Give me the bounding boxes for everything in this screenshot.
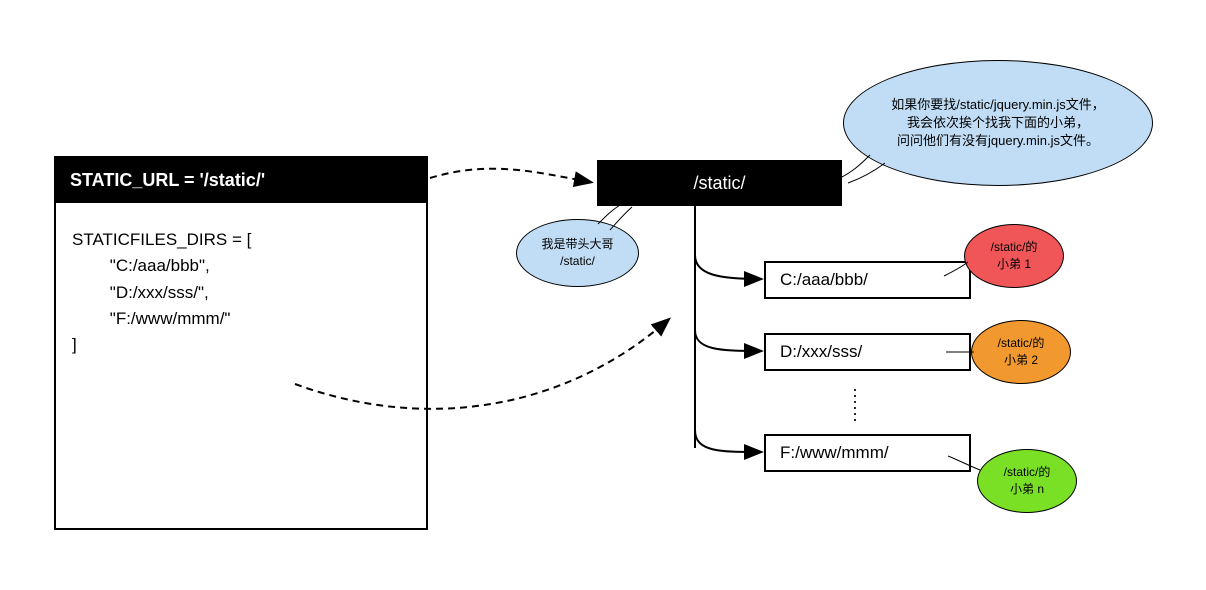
orange-callout: /static/的 小弟 2	[971, 320, 1071, 384]
green-callout-text: /static/的 小弟 n	[1004, 464, 1051, 498]
red-callout: /static/的 小弟 1	[964, 224, 1064, 288]
diagram-stage: STATIC_URL = '/static/' STATICFILES_DIRS…	[0, 0, 1206, 590]
big-blue-callout: 如果你要找/static/jquery.min.js文件， 我会依次挨个找我下面…	[843, 60, 1153, 186]
dir-box-1: C:/aaa/bbb/	[764, 261, 971, 299]
static-url-header: STATIC_URL = '/static/'	[56, 158, 426, 203]
green-callout: /static/的 小弟 n	[977, 449, 1077, 513]
settings-code-box: STATIC_URL = '/static/' STATICFILES_DIRS…	[54, 156, 428, 530]
vertical-ellipsis: ......	[850, 382, 860, 418]
dir-box-1-label: C:/aaa/bbb/	[780, 270, 868, 290]
red-callout-text: /static/的 小弟 1	[991, 239, 1038, 273]
staticfiles-dirs-body: STATICFILES_DIRS = [ "C:/aaa/bbb", "D:/x…	[56, 203, 426, 375]
dir-box-3-label: F:/www/mmm/	[780, 443, 889, 463]
small-blue-callout: 我是带头大哥 /static/	[516, 219, 639, 287]
dir-box-2-label: D:/xxx/sss/	[780, 342, 862, 362]
static-node-label: /static/	[693, 173, 745, 194]
dir-box-3: F:/www/mmm/	[764, 434, 971, 472]
static-node: /static/	[597, 160, 842, 206]
small-blue-callout-text: 我是带头大哥 /static/	[541, 236, 613, 270]
dir-box-2: D:/xxx/sss/	[764, 333, 971, 371]
orange-callout-text: /static/的 小弟 2	[998, 335, 1045, 369]
big-blue-callout-text: 如果你要找/static/jquery.min.js文件， 我会依次挨个找我下面…	[891, 96, 1105, 151]
